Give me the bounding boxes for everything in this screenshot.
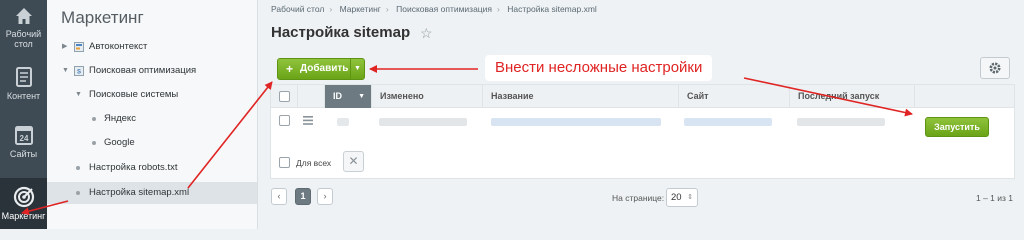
bullet-icon [92, 117, 96, 121]
rail-label-content: Контент [6, 91, 41, 101]
left-rail: Рабочий стол Контент 24 Сайты Маркетинг [0, 0, 47, 229]
bullet-icon [92, 141, 96, 145]
table-header: ID ▼ Изменено Название Сайт Последний за… [271, 85, 1014, 108]
calendar-icon: 24 [14, 126, 33, 145]
apply-all-label: Для всех [296, 158, 332, 168]
rail-label-desktop-1: Рабочий [5, 29, 42, 39]
bullet-icon [76, 191, 80, 195]
annotation-label: Внести несложные настройки [485, 55, 713, 81]
chevron-down-icon[interactable]: ▼ [350, 59, 364, 79]
collapse-arrow-icon[interactable]: ▼ [62, 60, 69, 82]
breadcrumb: Рабочий стол › Маркетинг › Поисковая оптим… [271, 4, 597, 14]
column-header-id[interactable]: ID ▼ [324, 85, 371, 108]
rail-item-desktop[interactable]: Рабочий стол [0, 6, 47, 58]
settings-button[interactable] [980, 57, 1010, 79]
tree-label-yandex: Яндекс [104, 113, 136, 124]
rail-label-desktop-2: стол [14, 39, 33, 49]
close-icon: ✕ [348, 154, 359, 168]
star-icon[interactable]: ☆ [420, 25, 433, 42]
main-content: Рабочий стол › Маркетинг › Поисковая оптим… [258, 0, 1024, 229]
expand-arrow-icon[interactable]: ▶ [62, 36, 67, 58]
gear-icon [989, 62, 1001, 74]
column-header-site[interactable]: Сайт [678, 85, 789, 108]
rail-item-marketing[interactable]: Маркетинг [0, 178, 47, 229]
collapse-arrow-icon[interactable]: ▼ [75, 84, 82, 106]
tree-label-robots: Настройка robots.txt [89, 162, 178, 173]
bullet-icon [76, 166, 80, 170]
autocontext-icon [74, 42, 84, 52]
add-button[interactable]: + Добавить ▼ [277, 58, 365, 80]
apply-all-checkbox[interactable] [279, 157, 290, 168]
tree-item-google[interactable]: Google [47, 132, 257, 154]
breadcrumb-link[interactable]: Поисковая оптимизация [396, 4, 492, 14]
blurred-modified [379, 118, 467, 126]
tree-item-seo[interactable]: ▼ S Поисковая оптимизация [47, 60, 257, 82]
tree-label-google: Google [104, 137, 135, 148]
run-button[interactable]: Запустить [925, 117, 989, 137]
column-header-actions [914, 85, 1014, 108]
breadcrumb-link[interactable]: Настройка sitemap.xml [507, 4, 597, 14]
section-tree: Маркетинг ▶ Автоконтекст ▼ S Поисковая о… [47, 0, 258, 229]
blurred-name[interactable] [491, 118, 661, 126]
rail-label-marketing: Маркетинг [1, 211, 46, 221]
blurred-last-run [797, 118, 885, 126]
per-page-select[interactable]: 20 ⇕ [666, 188, 698, 207]
table-footer: Для всех ✕ [271, 147, 1014, 179]
per-page-value: 20 [671, 192, 682, 203]
tree-item-search-engines[interactable]: ▼ Поисковые системы [47, 84, 257, 106]
svg-text:24: 24 [19, 134, 28, 143]
records-count: 1 – 1 из 1 [976, 193, 1014, 203]
header-menu-cell [297, 85, 324, 108]
table-row[interactable] [271, 109, 1014, 133]
page-title: Настройка sitemap [271, 24, 411, 41]
column-header-last-run[interactable]: Последний запуск [789, 85, 914, 108]
delete-button[interactable]: ✕ [343, 151, 364, 172]
document-icon [15, 67, 32, 87]
tree-item-robots[interactable]: Настройка robots.txt [47, 157, 257, 179]
tree-item-yandex[interactable]: Яндекс [47, 108, 257, 130]
rail-label-sites: Сайты [9, 149, 38, 159]
sitemap-table: ID ▼ Изменено Название Сайт Последний за… [270, 84, 1015, 179]
prev-page-button[interactable]: ‹ [271, 188, 287, 205]
blurred-site[interactable] [684, 118, 772, 126]
tree-label-autocontext: Автоконтекст [89, 41, 148, 52]
tree-item-sitemap[interactable]: Настройка sitemap.xml [47, 182, 257, 204]
svg-text:S: S [77, 70, 81, 76]
tree-label-seo: Поисковая оптимизация [89, 65, 197, 76]
tree-item-autocontext[interactable]: ▶ Автоконтекст [47, 36, 257, 58]
rail-item-sites[interactable]: 24 Сайты [0, 124, 47, 170]
home-icon [15, 8, 32, 24]
chevron-right-icon: › [323, 191, 327, 201]
plus-icon: + [286, 62, 294, 76]
add-button-label: Добавить [300, 63, 349, 74]
per-page-label: На странице: [612, 193, 665, 203]
page-number-current[interactable]: 1 [295, 188, 311, 205]
tree-title: Маркетинг [61, 8, 144, 27]
breadcrumb-link[interactable]: Маркетинг [340, 4, 381, 14]
column-header-name[interactable]: Название [482, 85, 678, 108]
column-header-modified[interactable]: Изменено [371, 85, 482, 108]
breadcrumb-link[interactable]: Рабочий стол [271, 4, 324, 14]
seo-icon: S [74, 66, 84, 76]
select-all-checkbox[interactable] [279, 91, 290, 102]
row-checkbox[interactable] [279, 115, 290, 126]
next-page-button[interactable]: › [317, 188, 333, 205]
chevron-left-icon: ‹ [277, 191, 281, 201]
target-icon [13, 186, 34, 208]
sort-down-icon: ▼ [358, 93, 365, 100]
row-menu-icon[interactable] [303, 116, 313, 125]
tree-label-sitemap: Настройка sitemap.xml [89, 187, 190, 198]
updown-icon: ⇕ [687, 194, 693, 201]
blurred-id [337, 118, 349, 126]
tree-label-search-engines: Поисковые системы [89, 89, 179, 100]
rail-item-content[interactable]: Контент [0, 66, 47, 112]
